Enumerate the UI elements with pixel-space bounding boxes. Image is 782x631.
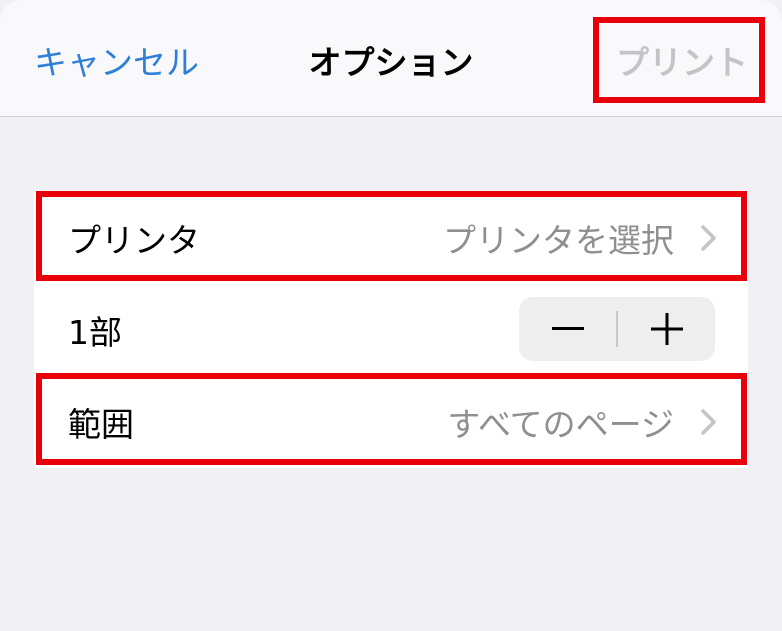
copies-label: 1部 — [68, 313, 122, 352]
decrement-button[interactable] — [519, 297, 616, 361]
range-row-highlight — [36, 373, 747, 465]
copies-stepper — [519, 297, 715, 361]
plus-icon — [650, 313, 683, 345]
print-button-highlight — [593, 17, 765, 103]
printer-row-highlight — [36, 191, 747, 281]
copies-row: 1部 — [34, 284, 748, 376]
print-options-screen: キャンセル オプション プリント プリンタ プリンタを選択 1部 範囲 すべての… — [0, 0, 782, 631]
minus-icon — [551, 327, 584, 330]
increment-button[interactable] — [618, 297, 715, 361]
